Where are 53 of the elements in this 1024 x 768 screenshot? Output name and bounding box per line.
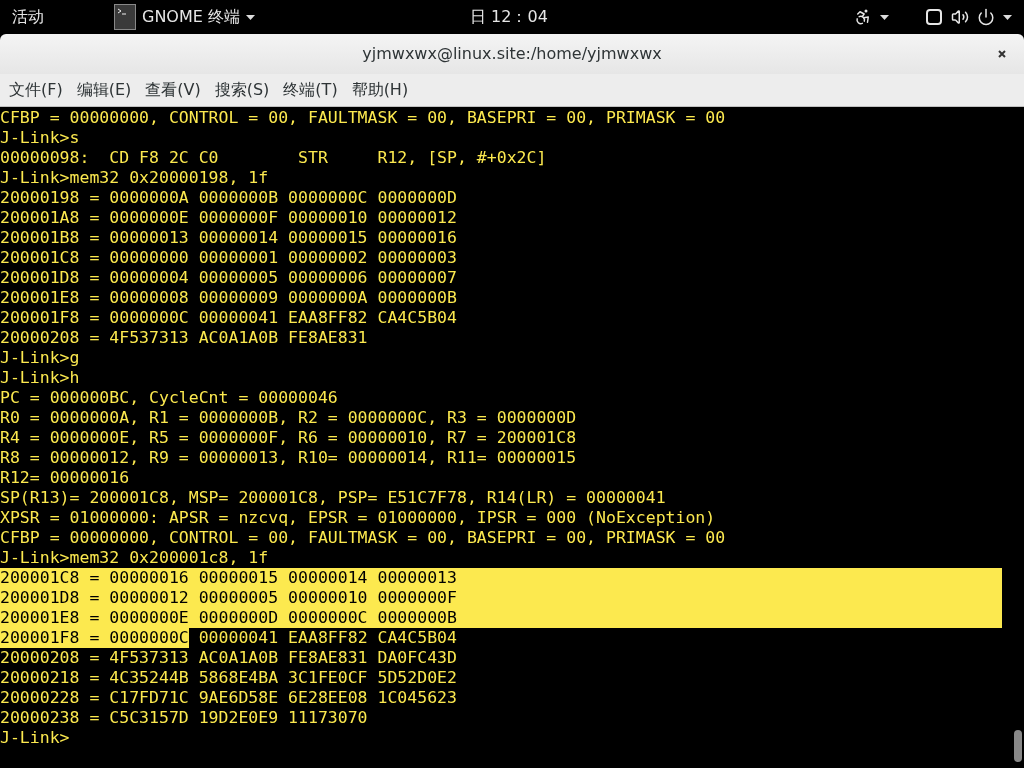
menu-item[interactable]: 帮助(H) — [344, 78, 416, 102]
menu-item[interactable]: 搜索(S) — [207, 78, 277, 102]
terminal-text: 20000228 = C17FD71C 9AE6D58E 6E28EE08 1C045623 — [0, 688, 457, 708]
power-icon[interactable] — [977, 8, 995, 26]
terminal-text: J-Link>mem32 0x20000198, 1f — [0, 168, 269, 188]
terminal-text: R12= 00000016 — [0, 468, 130, 488]
terminal-text: SP(R13)= 200001C8, MSP= 200001C8, PSP= E51C7F78, R14(LR) = 00000041 — [0, 488, 666, 508]
menu-item[interactable]: 终端(T) — [276, 78, 345, 102]
close-icon[interactable] — [998, 50, 1006, 58]
terminal-text: 00000041 EAA8FF82 CA4C5B04 — [197, 628, 457, 648]
terminal-text: 200001F8 = 0000000C 00000041 EAA8FF82 CA4C5B04 — [0, 308, 457, 328]
terminal-text: J-Link> — [0, 728, 70, 748]
terminal-text: 20000198 = 0000000A 0000000B 0000000C 0000000D — [0, 188, 457, 208]
clock[interactable]: 日 12：04 — [470, 5, 548, 29]
terminal-text: 200001C8 = 00000016 00000015 00000014 00000013 — [0, 568, 1002, 588]
terminal-text: 200001C8 = 00000000 00000001 00000002 00000003 — [0, 248, 457, 268]
terminal-text: 200001E8 = 0000000E 0000000D 0000000C 0000000B — [0, 608, 1002, 628]
menu-item[interactable]: 文件(F) — [2, 78, 70, 102]
terminal-text: 00000098: CD F8 2C C0 STR R12, [SP, #+0x2C] — [0, 148, 547, 168]
caret-icon — [880, 14, 889, 20]
terminal-text: 200001F8 = 0000000C — [0, 628, 189, 648]
terminal-text: PC = 000000BC, CycleCnt = 00000046 — [0, 388, 338, 408]
terminal-text: 20000238 = C5C3157D 19D2E0E9 11173070 — [0, 708, 368, 728]
terminal-text: J-Link>g — [0, 348, 80, 368]
terminal-text: J-Link>mem32 0x200001c8, 1f — [0, 548, 269, 568]
volume-icon[interactable] — [951, 8, 969, 26]
caret-icon — [1003, 14, 1012, 20]
terminal-text: CFBP = 00000000, CONTROL = 00, FAULTMASK = 00, BASEPRI = 00, PRIMASK = 00 — [0, 528, 726, 548]
terminal-text: R8 = 00000012, R9 = 00000013, R10= 00000014, R11= 00000015 — [0, 448, 577, 468]
terminal-text: R0 = 0000000A, R1 = 0000000B, R2 = 0000000C, R3 = 0000000D — [0, 408, 577, 428]
terminal-text: XPSR = 01000000: APSR = nzcvq, EPSR = 01000000, IPSR = 000 (NoException) — [0, 508, 716, 528]
terminal-text: 20000208 = 4F537313 AC0A1A0B FE8AE831 DA0FC43D — [0, 648, 457, 668]
terminal-text: 200001A8 = 0000000E 0000000F 00000010 00000012 — [0, 208, 457, 228]
terminal-text: J-Link>h — [0, 368, 80, 388]
terminal-text: 200001B8 = 00000013 00000014 00000015 00000016 — [0, 228, 457, 248]
app-menu[interactable]: GNOME 终端 — [114, 4, 255, 30]
screen-icon[interactable] — [925, 8, 943, 26]
window-title: yjmwxwx@linux.site:/home/yjmwxwx — [362, 43, 662, 65]
terminal-text: 200001D8 = 00000004 00000005 00000006 00000007 — [0, 268, 457, 288]
terminal-text: J-Link>s — [0, 128, 80, 148]
caret-icon — [245, 14, 255, 20]
terminal-text: 200001E8 = 00000008 00000009 0000000A 0000000B — [0, 288, 457, 308]
terminal-text: R4 = 0000000E, R5 = 0000000F, R6 = 00000010, R7 = 200001C8 — [0, 428, 577, 448]
terminal-text: 200001D8 = 00000012 00000005 00000010 0000000F — [0, 588, 1002, 608]
menu-item[interactable]: 编辑(E) — [69, 78, 139, 102]
terminal-text: CFBP = 00000000, CONTROL = 00, FAULTMASK = 00, BASEPRI = 00, PRIMASK = 00 — [0, 108, 726, 128]
terminal-text: 20000218 = 4C35244B 5868E4BA 3C1FE0CF 5D52D0E2 — [0, 668, 457, 688]
menu-item[interactable]: 查看(V) — [138, 78, 208, 102]
accessibility-icon[interactable] — [854, 8, 872, 26]
activities-button[interactable]: 活动 — [0, 5, 64, 29]
terminal-text: 20000208 = 4F537313 AC0A1A0B FE8AE831 — [0, 328, 368, 348]
terminal-app-icon — [114, 4, 136, 30]
scrollbar-thumb[interactable] — [1014, 730, 1022, 762]
